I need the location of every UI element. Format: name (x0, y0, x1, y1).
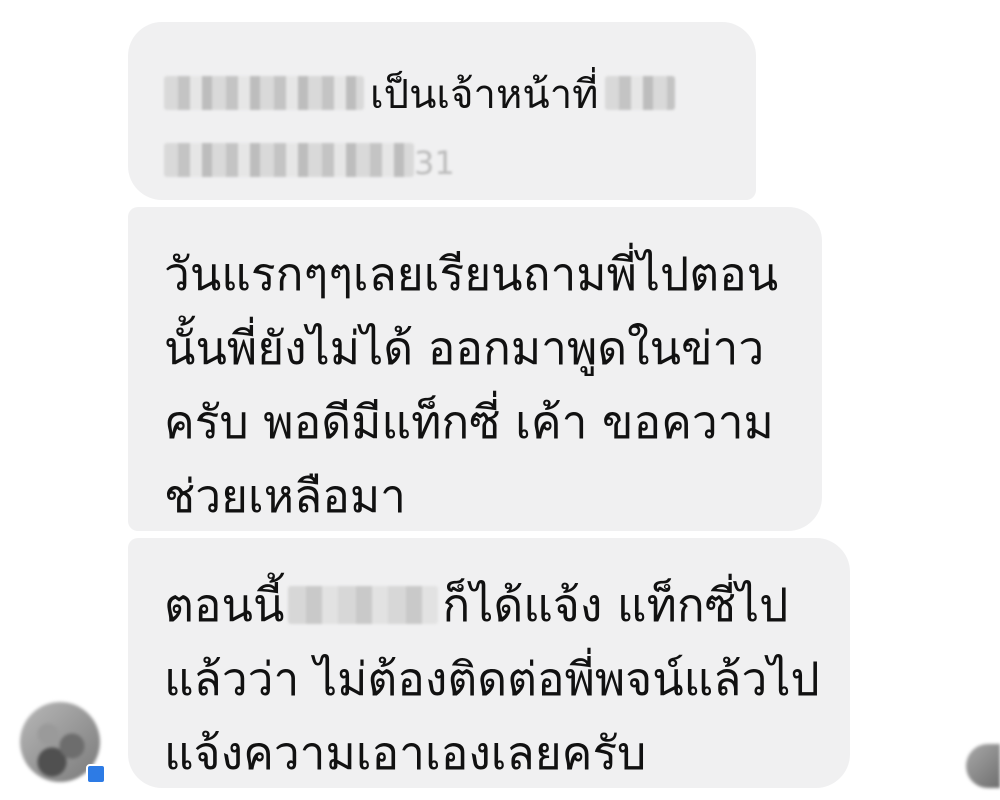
message-2-line-4: ช่วยเหลือมา (164, 469, 407, 523)
message-1-line-1: เป็นเจ้าหน้าที่ (164, 62, 728, 128)
message-2-line-1: วันแรกๆๆเลยเรียนถามพี่ไปตอน (164, 247, 779, 301)
message-bubble-1[interactable]: เป็นเจ้าหน้าที่ 31 (128, 22, 756, 200)
chat-thread: เป็นเจ้าหน้าที่ 31 วันแรกๆๆเลยเรียนถามพี… (0, 0, 1000, 800)
message-1-text: เป็นเจ้าหน้าที่ (370, 72, 599, 118)
redacted-name-2 (288, 585, 439, 624)
redacted-name (164, 76, 364, 110)
messenger-badge-icon (86, 764, 106, 784)
message-bubble-3[interactable]: ตอนนี้ ก็ได้แจ้ง แท็กซี่ไป แล้วว่า ไม่ต้อ… (128, 538, 850, 788)
message-2-line-2: นั้นพี่ยังไม่ได้ ออกมาพูดในข่าว (164, 321, 765, 375)
message-bubble-2[interactable]: วันแรกๆๆเลยเรียนถามพี่ไปตอน นั้นพี่ยังไม… (128, 207, 822, 531)
seen-avatar (966, 744, 1000, 788)
redacted-organization-continued (164, 143, 414, 177)
message-3-line-1: ตอนนี้ ก็ได้แจ้ง แท็กซี่ไป (164, 568, 830, 642)
message-3-line-2: แล้วว่า ไม่ต้องติดต่อพี่พจน์แล้วไป (164, 652, 820, 706)
message-2-line-3: ครับ พอดีมีแท็กซี่ เค้า ขอความ (164, 395, 774, 449)
message-3-text-before: ตอนนี้ (164, 578, 285, 632)
message-3-text-after: ก็ได้แจ้ง แท็กซี่ไป (442, 578, 789, 632)
message-3-line-3: แจ้งความเอาเองเลยครับ (164, 726, 647, 780)
message-1-suffix: 31 (414, 144, 455, 182)
redacted-organization (604, 76, 675, 110)
message-1-line-2: 31 (164, 128, 728, 196)
